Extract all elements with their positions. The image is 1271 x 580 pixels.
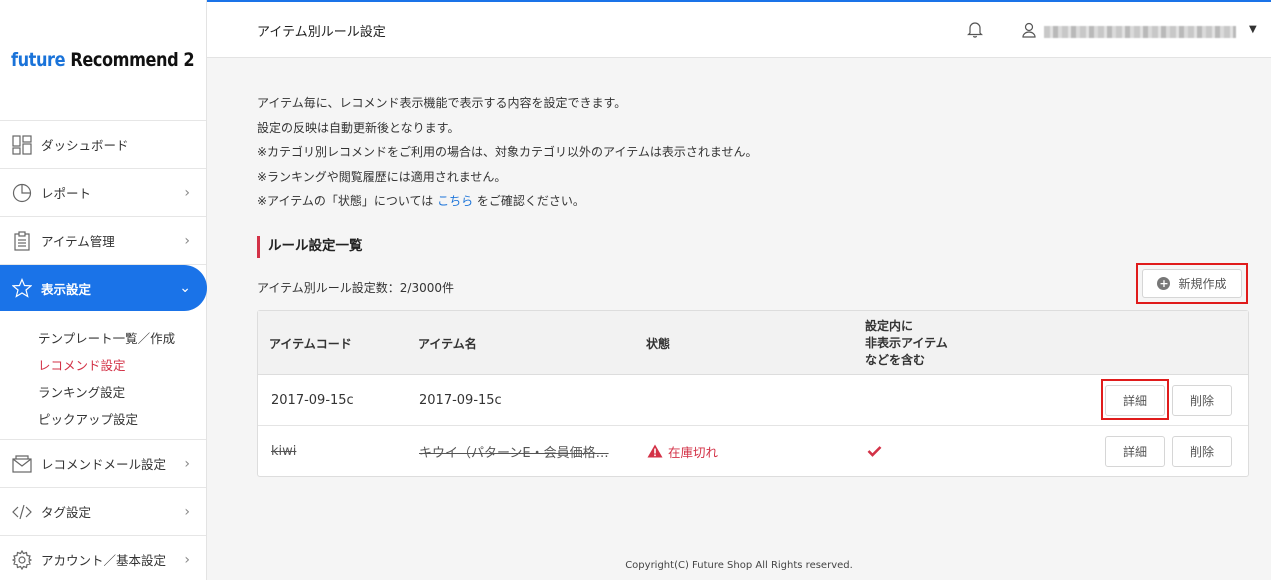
sidebar-item-recommend-mail[interactable]: レコメンドメール設定 ›	[0, 440, 206, 488]
rule-count: アイテム別ルール設定数：2/3000件	[257, 281, 455, 295]
column-header-item-name: アイテム名	[418, 336, 477, 351]
header: アイテム別ルール設定 ▼	[207, 2, 1271, 58]
sidebar-item-label: 表示設定	[41, 281, 92, 297]
description-line: アイテム毎に、レコメンド表示機能で表示する内容を設定できます。	[257, 96, 627, 110]
code-icon	[12, 502, 32, 522]
description-line: ※アイテムの「状態」については こちら をご確認ください。	[257, 194, 585, 208]
table-row: 2017-09-15c 2017-09-15c 詳細 削除	[258, 375, 1248, 426]
item-code-cell: kiwi	[271, 443, 297, 459]
chevron-right-icon: ›	[184, 232, 190, 249]
table-row: kiwi キウイ（パターンE・会員価格… 在庫切れ 詳細 削除	[258, 426, 1248, 476]
sidebar: future Recommend 2 ダッシュボード レポート › アイテム管理…	[0, 0, 207, 580]
delete-button[interactable]: 削除	[1172, 384, 1232, 416]
chevron-right-icon: ›	[184, 184, 190, 201]
sidebar-item-report[interactable]: レポート ›	[0, 169, 206, 217]
chevron-down-icon: ⌄	[179, 280, 191, 296]
sidebar-item-label: タグ設定	[41, 505, 92, 520]
table-header: アイテムコード アイテム名 状態 設定内に 非表示アイテム などを含む	[258, 311, 1248, 375]
description-line: ※ランキングや閲覧履歴には適用されません。	[257, 169, 507, 184]
sidebar-item-display-settings[interactable]: 表示設定 ⌄	[0, 265, 207, 311]
rules-table: アイテムコード アイテム名 状態 設定内に 非表示アイテム などを含む 2017…	[257, 310, 1249, 477]
submenu-item-pickup-settings[interactable]: ピックアップ設定	[38, 406, 206, 433]
page-title: アイテム別ルール設定	[257, 25, 386, 40]
item-name-cell: キウイ（パターンE・会員価格…	[419, 445, 609, 461]
description-line: ※カテゴリ別レコメンドをご利用の場合は、対象カテゴリ以外のアイテムは表示されませ…	[257, 145, 758, 159]
sidebar-item-label: レコメンドメール設定	[41, 457, 167, 472]
description: アイテム毎に、レコメンド表示機能で表示する内容を設定できます。 設定の反映は自動…	[257, 95, 758, 218]
sidebar-item-item-management[interactable]: アイテム管理 ›	[0, 217, 206, 265]
main-content: アイテム毎に、レコメンド表示機能で表示する内容を設定できます。 設定の反映は自動…	[207, 59, 1271, 580]
bell-icon[interactable]	[967, 20, 983, 41]
sidebar-item-label: レポート	[41, 186, 92, 201]
sidebar-item-account-settings[interactable]: アカウント／基本設定 ›	[0, 536, 206, 580]
new-create-button[interactable]: + 新規作成	[1142, 269, 1242, 298]
star-icon	[12, 278, 32, 298]
check-icon	[867, 446, 882, 457]
sidebar-item-label: アイテム管理	[41, 234, 115, 249]
sidebar-item-label: ダッシュボード	[41, 138, 129, 153]
gear-icon	[12, 549, 32, 570]
sidebar-item-tag-settings[interactable]: タグ設定 ›	[0, 488, 206, 536]
column-header-status: 状態	[646, 336, 671, 351]
delete-button[interactable]: 削除	[1172, 435, 1232, 467]
submenu-item-recommend-settings[interactable]: レコメンド設定	[38, 352, 206, 379]
pie-chart-icon	[12, 183, 32, 203]
chevron-right-icon: ›	[184, 503, 190, 520]
chevron-right-icon: ›	[184, 551, 190, 568]
status-help-link[interactable]: こちら	[437, 194, 473, 208]
caret-down-icon[interactable]: ▼	[1249, 24, 1257, 35]
logo-text: future Recommend 2	[11, 49, 195, 71]
column-header-item-code: アイテムコード	[269, 336, 352, 351]
chevron-right-icon: ›	[184, 455, 190, 472]
sidebar-item-dashboard[interactable]: ダッシュボード	[0, 121, 206, 169]
detail-button[interactable]: 詳細	[1105, 384, 1165, 416]
column-header-hidden-items: 設定内に 非表示アイテム などを含む	[865, 318, 948, 367]
plus-circle-icon: +	[1157, 277, 1171, 290]
detail-button[interactable]: 詳細	[1105, 435, 1165, 467]
description-line: 設定の反映は自動更新後となります。	[257, 120, 460, 135]
user-icon	[1022, 22, 1036, 41]
clipboard-icon	[12, 230, 32, 251]
status-badge: 在庫切れ	[647, 442, 718, 461]
logo[interactable]: future Recommend 2	[0, 0, 206, 121]
dashboard-icon	[12, 134, 32, 155]
new-create-button-label: 新規作成	[1178, 277, 1227, 291]
sidebar-item-label: アカウント／基本設定	[41, 553, 167, 568]
user-menu[interactable]	[1022, 22, 1236, 41]
item-name-cell: 2017-09-15c	[419, 392, 502, 408]
submenu-item-template-list[interactable]: テンプレート一覧／作成	[38, 325, 206, 352]
warning-icon	[647, 444, 663, 458]
item-code-cell: 2017-09-15c	[271, 392, 354, 408]
footer-copyright: Copyright(C) Future Shop All Rights rese…	[625, 560, 853, 571]
submenu-item-ranking-settings[interactable]: ランキング設定	[38, 379, 206, 406]
submenu-display-settings: テンプレート一覧／作成 レコメンド設定 ランキング設定 ピックアップ設定	[0, 311, 206, 440]
mail-icon	[12, 454, 32, 474]
section-title: ルール設定一覧	[257, 236, 363, 258]
user-name-redacted	[1044, 25, 1236, 38]
new-button-highlight: + 新規作成	[1136, 263, 1248, 304]
